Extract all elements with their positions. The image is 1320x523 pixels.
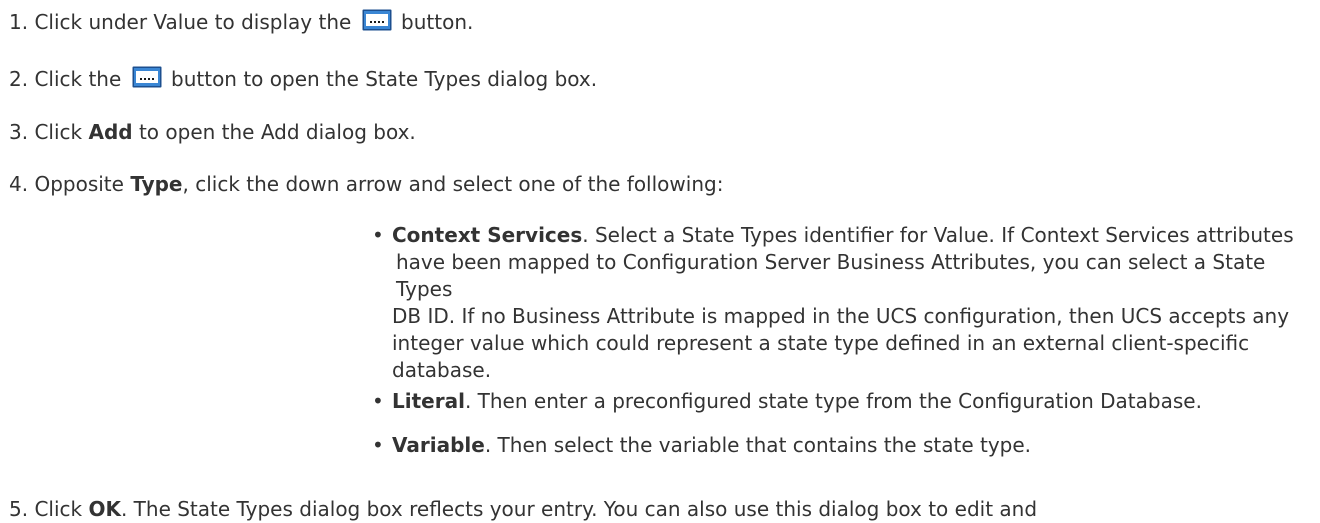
bullet-line: . Select a State Types identifier for Va…	[582, 223, 1294, 247]
step-1: 1. Click under Value to display the butt…	[9, 8, 473, 36]
bullet-icon: •	[372, 433, 384, 457]
step-text: Click under Value to display the	[34, 10, 352, 34]
bullet-line: integer value which could represent a st…	[392, 331, 1250, 355]
bullet-icon: •	[372, 389, 384, 413]
bullet-line: . Then select the variable that contains…	[484, 433, 1032, 457]
step-bold-term: Type	[130, 172, 183, 196]
step-number: 5.	[9, 497, 29, 521]
step-2: 2. Click the button to open the State Ty…	[9, 65, 597, 93]
step-text: to open the Add dialog box.	[138, 120, 416, 144]
step-bold-term: Add	[88, 120, 133, 144]
step-number: 1.	[9, 10, 29, 34]
step-number: 2.	[9, 67, 29, 91]
ellipsis-button-icon	[362, 9, 392, 31]
step-3: 3. Click Add to open the Add dialog box.	[9, 118, 416, 146]
list-item-literal: • Literal. Then enter a preconfigured st…	[372, 388, 1302, 415]
step-4: 4. Opposite Type, click the down arrow a…	[9, 170, 723, 198]
step-number: 3.	[9, 120, 29, 144]
step-text: button.	[401, 10, 474, 34]
bullet-line: . Then enter a preconfigured state type …	[464, 389, 1202, 413]
step-text: button to open the State Types dialog bo…	[171, 67, 598, 91]
bullet-term: Variable	[392, 433, 485, 457]
step-text: . The State Types dialog box reflects yo…	[120, 497, 1038, 521]
bullet-line: DB ID. If no Business Attribute is mappe…	[392, 304, 1290, 328]
bullet-line: have been mapped to Configuration Server…	[396, 250, 1266, 301]
bullet-line: database.	[392, 358, 492, 382]
bullet-term: Literal	[392, 389, 465, 413]
ellipsis-button-icon	[132, 66, 162, 88]
step-text: Click	[34, 120, 83, 144]
list-item-variable: • Variable. Then select the variable tha…	[372, 432, 1302, 459]
step-text: Click the	[34, 67, 122, 91]
step-text: , click the down arrow and select one of…	[182, 172, 724, 196]
list-item-context-services: • Context Services. Select a State Types…	[372, 222, 1302, 384]
step-5: 5. Click OK. The State Types dialog box …	[9, 495, 1037, 523]
bullet-term: Context Services	[392, 223, 583, 247]
step-text: Opposite	[34, 172, 124, 196]
step-text: Click	[34, 497, 83, 521]
step-bold-term: OK	[88, 497, 121, 521]
step-number: 4.	[9, 172, 29, 196]
bullet-icon: •	[372, 223, 384, 247]
